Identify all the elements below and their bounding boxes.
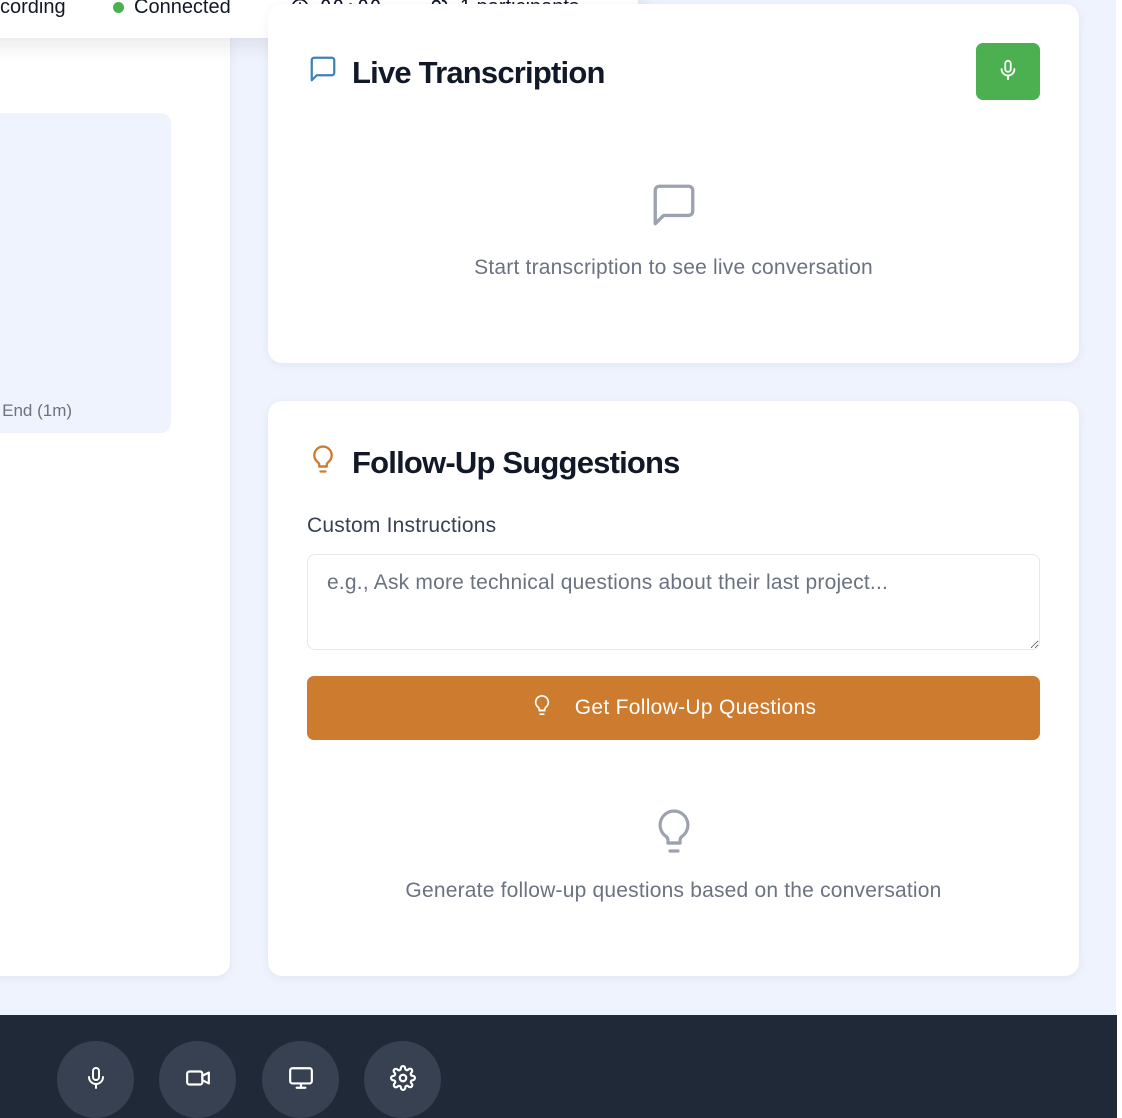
start-transcription-button[interactable]: [976, 43, 1040, 100]
mic-icon: [997, 59, 1019, 84]
connection-status: Connected: [113, 0, 231, 19]
scrollbar-gutter: [1116, 0, 1122, 1118]
followup-empty-state: Generate follow-up questions based on th…: [268, 805, 1079, 903]
message-square-icon: [649, 180, 699, 236]
app-stage: ) → End (1m) cording Connected 00:00 1 p…: [0, 0, 1122, 1118]
call-control-bar: [0, 1015, 1117, 1118]
transcription-empty-message: Start transcription to see live conversa…: [474, 256, 873, 279]
follow-up-suggestions-card: Follow-Up Suggestions Custom Instruction…: [268, 401, 1079, 976]
recording-label: cording: [0, 0, 66, 18]
monitor-icon: [288, 1065, 314, 1094]
mic-icon: [84, 1066, 108, 1093]
settings-button[interactable]: [364, 1041, 441, 1118]
followup-empty-message: Generate follow-up questions based on th…: [405, 879, 942, 902]
agenda-box: ) → End (1m): [0, 113, 171, 433]
video-icon: [185, 1065, 211, 1094]
live-transcription-card: Live Transcription Start transcription t…: [268, 4, 1079, 363]
share-screen-button[interactable]: [262, 1041, 339, 1118]
toggle-microphone-button[interactable]: [57, 1041, 134, 1118]
message-square-icon: [308, 54, 338, 92]
custom-instructions-label: Custom Instructions: [307, 514, 497, 537]
get-follow-up-questions-button[interactable]: Get Follow-Up Questions: [307, 676, 1040, 740]
settings-icon: [389, 1065, 416, 1094]
lightbulb-icon: [308, 443, 338, 483]
agenda-step-text: ) → End (1m): [0, 401, 73, 420]
lightbulb-icon: [531, 693, 553, 723]
connected-dot-icon: [113, 2, 124, 13]
get-follow-up-questions-label: Get Follow-Up Questions: [574, 696, 817, 719]
followup-title: Follow-Up Suggestions: [352, 445, 680, 480]
followup-heading: Follow-Up Suggestions: [308, 443, 680, 483]
recording-status: cording: [0, 0, 66, 19]
transcription-heading: Live Transcription: [308, 54, 605, 92]
connection-label: Connected: [134, 0, 231, 18]
toggle-camera-button[interactable]: [159, 1041, 236, 1118]
interview-agenda-panel: ) → End (1m): [0, 0, 230, 976]
custom-instructions-input[interactable]: [307, 554, 1040, 650]
lightbulb-icon: [650, 805, 698, 863]
transcription-title: Live Transcription: [352, 55, 605, 90]
transcription-empty-state: Start transcription to see live conversa…: [268, 180, 1079, 280]
